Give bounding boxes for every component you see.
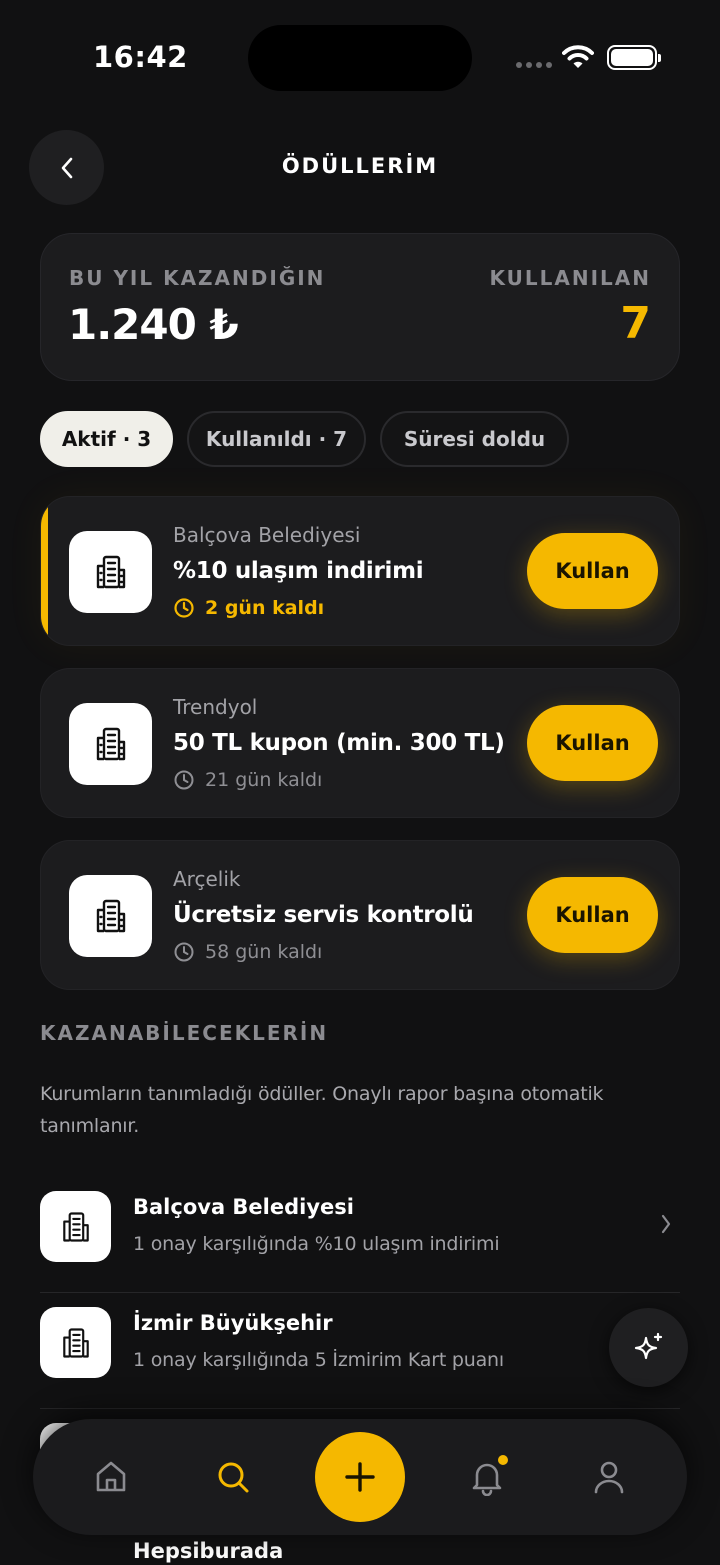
chevron-right-icon: [661, 1214, 671, 1234]
org-logo: [40, 1307, 111, 1378]
list-item-desc: 1 onay karşılığında %10 ulaşım indirimi: [133, 1233, 500, 1255]
list-item-name: Hepsiburada: [133, 1539, 284, 1563]
used-label: KULLANILAN: [489, 266, 651, 290]
use-button[interactable]: Kullan: [527, 877, 658, 953]
org-logo: [40, 1191, 111, 1262]
status-time: 16:42: [93, 40, 188, 74]
reward-remaining: 21 gün kaldı: [173, 769, 322, 791]
building-icon: [96, 555, 125, 589]
used-value: 7: [620, 298, 651, 349]
urgent-accent-bar: [41, 497, 48, 645]
org-logo: [69, 531, 152, 613]
org-logo: [69, 875, 152, 957]
clock-icon: [174, 598, 194, 618]
search-icon: [218, 1462, 249, 1493]
reward-remaining: 58 gün kaldı: [173, 941, 322, 963]
section-description: Kurumların tanımladığı ödüller. Onaylı r…: [40, 1083, 604, 1137]
use-button[interactable]: Kullan: [527, 533, 658, 609]
status-bar: 16:42: [0, 0, 720, 118]
clock-icon: [174, 942, 194, 962]
earned-label: BU YIL KAZANDIĞIN: [69, 266, 326, 290]
remaining-text: 58 gün kaldı: [205, 941, 323, 963]
reward-org: Balçova Belediyesi: [173, 523, 361, 547]
reward-remaining: 2 gün kaldı: [173, 597, 324, 619]
nav-search[interactable]: [193, 1419, 273, 1535]
battery-icon: [607, 45, 661, 70]
building-icon: [62, 1327, 89, 1358]
building-icon: [96, 899, 125, 933]
tab-active[interactable]: Aktif · 3: [40, 411, 173, 467]
cellular-signal-icon: [516, 62, 552, 68]
tab-used[interactable]: Kullanıldı · 7: [187, 411, 366, 467]
building-icon: [62, 1211, 89, 1242]
remaining-text: 2 gün kaldı: [205, 597, 325, 619]
user-icon: [594, 1461, 624, 1494]
nav-home[interactable]: [71, 1419, 151, 1535]
add-report-button[interactable]: [315, 1432, 405, 1522]
reward-card: Arçelik Ücretsiz servis kontrolü 58 gün …: [40, 840, 680, 990]
org-logo: [69, 703, 152, 785]
reward-title: %10 ulaşım indirimi: [173, 558, 424, 584]
use-button[interactable]: Kullan: [527, 705, 658, 781]
reward-card: Balçova Belediyesi %10 ulaşım indirimi 2…: [40, 496, 680, 646]
stats-card: BU YIL KAZANDIĞIN KULLANILAN 1.240 ₺ 7: [40, 233, 680, 381]
building-icon: [96, 727, 125, 761]
reward-org: Arçelik: [173, 867, 241, 891]
sparkle-icon: [634, 1332, 662, 1359]
list-item-name: Balçova Belediyesi: [133, 1195, 354, 1219]
reward-card: Trendyol 50 TL kupon (min. 300 TL) 21 gü…: [40, 668, 680, 818]
bottom-nav: [33, 1419, 687, 1535]
wifi-icon: [562, 45, 594, 68]
plus-icon: [345, 1462, 375, 1492]
clock-icon: [174, 770, 194, 790]
list-item[interactable]: Balçova Belediyesi 1 onay karşılığında %…: [40, 1177, 680, 1293]
tab-expired[interactable]: Süresi doldu: [380, 411, 569, 467]
home-icon: [96, 1461, 126, 1492]
earned-value: 1.240 ₺: [68, 300, 239, 349]
nav-profile[interactable]: [569, 1419, 649, 1535]
list-item-name: İzmir Büyükşehir: [133, 1311, 333, 1335]
section-title: KAZANABİLECEKLERİN: [40, 1021, 329, 1045]
notification-badge: [496, 1453, 510, 1467]
list-item-desc: 1 onay karşılığında 5 İzmirim Kart puanı: [133, 1349, 504, 1371]
remaining-text: 21 gün kaldı: [205, 769, 323, 791]
nav-notifications[interactable]: [447, 1419, 527, 1535]
reward-org: Trendyol: [173, 695, 258, 719]
page-title: ÖDÜLLERİM: [281, 154, 439, 178]
ai-assistant-button[interactable]: [609, 1308, 688, 1387]
dynamic-island: [248, 25, 472, 91]
list-item[interactable]: İzmir Büyükşehir 1 onay karşılığında 5 İ…: [40, 1293, 680, 1409]
reward-title: Ücretsiz servis kontrolü: [173, 902, 474, 928]
reward-title: 50 TL kupon (min. 300 TL): [173, 730, 505, 756]
